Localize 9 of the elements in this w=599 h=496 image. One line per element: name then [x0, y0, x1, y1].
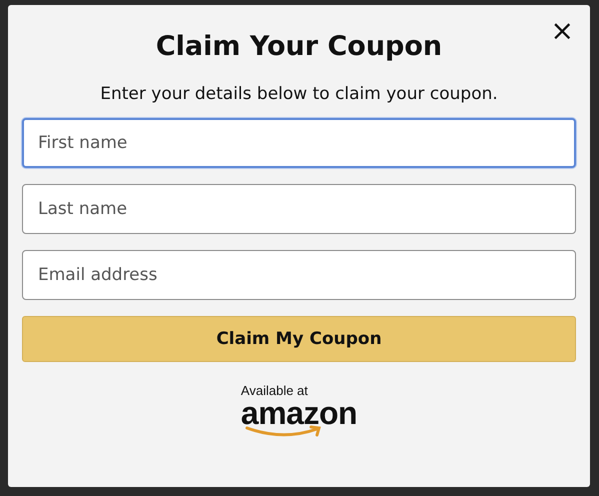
dialog-subtitle: Enter your details below to claim your coupon. — [100, 84, 498, 104]
input-field[interactable]: Email address — [22, 250, 576, 300]
input-field[interactable]: First name — [22, 118, 576, 168]
available-caption: Available at — [240, 384, 308, 398]
claim-button[interactable]: Claim My Coupon — [22, 316, 576, 362]
dialog-title: Claim Your Coupon — [156, 31, 442, 62]
brand-logo: amazon — [240, 398, 358, 428]
input-field[interactable]: Last name — [22, 184, 576, 234]
close-button[interactable]: × — [546, 17, 578, 45]
